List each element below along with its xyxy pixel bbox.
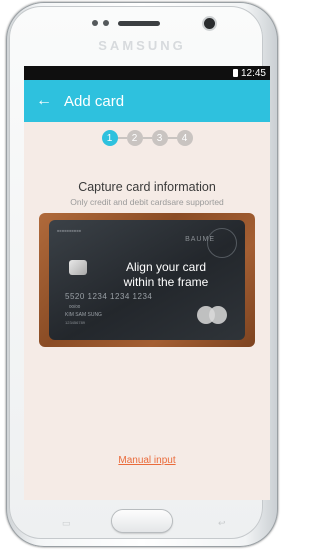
align-line-2: within the frame <box>123 275 209 289</box>
home-button[interactable] <box>112 510 172 532</box>
sensor-dot <box>92 20 98 26</box>
card-network-logo-icon <box>197 306 227 324</box>
card-holder: KIM SAM SUNG <box>65 312 102 318</box>
step-4: 4 <box>176 130 193 146</box>
card-top-text: ■■■■■■■■■■ <box>57 228 82 233</box>
sensor-dot <box>103 20 109 26</box>
status-time: 12:45 <box>240 67 266 79</box>
battery-icon <box>232 69 238 77</box>
capture-subtitle: Only credit and debit cardsare supported <box>70 197 224 207</box>
card-brand: BAUME <box>185 236 215 243</box>
step-connector <box>142 137 152 139</box>
back-arrow-icon[interactable]: ← <box>30 92 58 110</box>
card-account: 123456789 <box>65 320 86 325</box>
card-expiry: 00/00 <box>69 304 81 309</box>
step-1: 1 <box>101 130 118 146</box>
camera-capture-frame: ■■■■■■■■■■ BAUME Align your card within … <box>39 213 255 347</box>
card-preview: ■■■■■■■■■■ BAUME Align your card within … <box>49 220 245 340</box>
step-connector <box>117 137 127 139</box>
card-emblem <box>207 228 237 258</box>
step-3: 3 <box>151 130 168 146</box>
capture-title: Capture card information <box>78 180 216 194</box>
align-instruction: Align your card within the frame <box>111 260 221 290</box>
card-number: 5520 1234 1234 1234 <box>65 292 153 301</box>
device-brand: SAMSUNG <box>98 38 186 53</box>
manual-input-link[interactable]: Manual input <box>24 455 270 466</box>
card-chip-icon <box>69 260 87 275</box>
recent-apps-key-icon[interactable]: ▭ <box>62 518 80 528</box>
earpiece-speaker <box>118 21 160 26</box>
step-2: 2 <box>126 130 143 146</box>
status-bar: 12:45 <box>24 66 270 80</box>
back-key-icon[interactable]: ↩ <box>218 518 236 528</box>
app-bar: ← Add card <box>24 80 270 122</box>
step-indicator: 1 2 3 4 <box>24 130 270 146</box>
align-line-1: Align your card <box>125 260 207 274</box>
step-connector <box>167 137 177 139</box>
page-title: Add card <box>64 92 125 110</box>
front-camera <box>204 18 215 29</box>
app-screen: 12:45 ← Add card 1 2 3 4 Capture card in… <box>24 66 270 500</box>
